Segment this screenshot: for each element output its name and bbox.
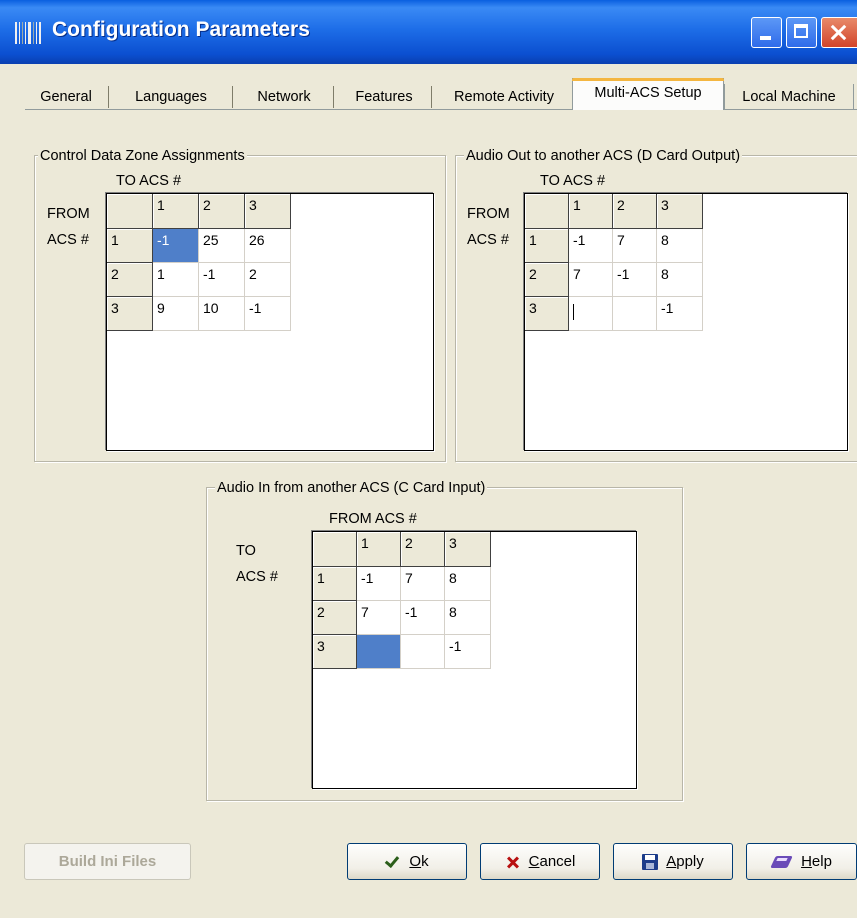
grid-cell[interactable]: 10 xyxy=(199,297,245,331)
audio-out-row-label-1: FROM xyxy=(467,206,510,222)
row-header[interactable]: 3 xyxy=(107,297,153,331)
grid-cell[interactable] xyxy=(401,635,445,669)
col-header[interactable]: 1 xyxy=(569,194,613,229)
ok-button[interactable]: Ok xyxy=(347,843,467,880)
cancel-label: Cancel xyxy=(528,853,576,870)
grid-cell[interactable]: 8 xyxy=(445,567,491,601)
grid-cell[interactable]: -1 xyxy=(245,297,291,331)
grid-corner-cell xyxy=(313,532,357,567)
help-book-icon xyxy=(771,853,793,871)
audio-in-grid[interactable]: 1 2 3 1 -1 7 8 2 7 -1 8 3 -1 xyxy=(312,531,637,789)
cancel-button[interactable]: Cancel xyxy=(480,843,600,880)
grid-cell[interactable]: 7 xyxy=(569,263,613,297)
tab-languages[interactable]: Languages xyxy=(114,84,228,110)
grid-cell[interactable]: 7 xyxy=(401,567,445,601)
grid-cell[interactable]: -1 xyxy=(613,263,657,297)
row-header[interactable]: 2 xyxy=(525,263,569,297)
control-data-title: Control Data Zone Assignments xyxy=(38,147,247,165)
grid-cell[interactable]: 25 xyxy=(199,229,245,263)
floppy-disk-icon xyxy=(642,853,659,870)
grid-cell[interactable]: 2 xyxy=(245,263,291,297)
audio-out-row-label-2: ACS # xyxy=(467,232,509,248)
tab-divider xyxy=(232,86,233,108)
tab-divider xyxy=(431,86,432,108)
grid-cell[interactable]: -1 xyxy=(401,601,445,635)
grid-cell[interactable]: -1 xyxy=(569,229,613,263)
close-button[interactable] xyxy=(821,17,857,48)
grid-cell[interactable]: 8 xyxy=(445,601,491,635)
tab-general[interactable]: General xyxy=(26,84,106,110)
col-header[interactable]: 1 xyxy=(357,532,401,567)
grid-cell[interactable]: 7 xyxy=(613,229,657,263)
checkmark-icon xyxy=(385,854,401,870)
grid-cell[interactable]: 8 xyxy=(657,263,703,297)
grid-cell[interactable]: -1 xyxy=(357,567,401,601)
window-title: Configuration Parameters xyxy=(52,18,310,41)
maximize-button[interactable] xyxy=(786,17,817,48)
help-label: Help xyxy=(801,853,832,870)
grid-cell[interactable]: 1 xyxy=(153,263,199,297)
col-header[interactable]: 1 xyxy=(153,194,199,229)
audio-in-title: Audio In from another ACS (C Card Input) xyxy=(215,479,488,497)
col-header[interactable]: 3 xyxy=(445,532,491,567)
grid-cell[interactable] xyxy=(613,297,657,331)
row-header[interactable]: 1 xyxy=(107,229,153,263)
title-bar[interactable]: Configuration Parameters xyxy=(0,0,857,64)
tab-network[interactable]: Network xyxy=(238,84,330,110)
row-header[interactable]: 2 xyxy=(313,601,357,635)
tab-multi-acs-setup[interactable]: Multi-ACS Setup xyxy=(572,78,724,110)
audio-in-row-label-2: ACS # xyxy=(236,569,278,585)
col-header[interactable]: 2 xyxy=(613,194,657,229)
grid-cell[interactable]: 8 xyxy=(657,229,703,263)
text-caret xyxy=(573,304,574,320)
grid-cell[interactable]: -1 xyxy=(657,297,703,331)
help-button[interactable]: Help xyxy=(746,843,857,880)
red-x-icon xyxy=(505,854,521,870)
configuration-dialog: Configuration Parameters General Languag… xyxy=(0,0,857,918)
grid-cell-selected[interactable]: -1 xyxy=(153,229,199,263)
audio-in-row-label-1: TO xyxy=(236,543,256,559)
tab-divider xyxy=(333,86,334,108)
grid-cell[interactable]: -1 xyxy=(445,635,491,669)
grid-cell-selected[interactable] xyxy=(357,635,401,669)
row-header[interactable]: 1 xyxy=(525,229,569,263)
audio-out-title: Audio Out to another ACS (D Card Output) xyxy=(464,147,743,165)
tab-local-machine[interactable]: Local Machine xyxy=(724,84,854,110)
grid-cell-editing[interactable] xyxy=(569,297,613,331)
col-header[interactable]: 2 xyxy=(401,532,445,567)
row-header[interactable]: 3 xyxy=(313,635,357,669)
build-ini-files-button[interactable]: Build Ini Files xyxy=(24,843,191,880)
col-header[interactable]: 3 xyxy=(657,194,703,229)
audio-out-grid[interactable]: 1 2 3 1 -1 7 8 2 7 -1 8 3 -1 xyxy=(524,193,848,451)
row-header[interactable]: 1 xyxy=(313,567,357,601)
row-header[interactable]: 3 xyxy=(525,297,569,331)
apply-button[interactable]: Apply xyxy=(613,843,733,880)
grid-cell[interactable]: 9 xyxy=(153,297,199,331)
minimize-button[interactable] xyxy=(751,17,782,48)
grid-cell[interactable]: 26 xyxy=(245,229,291,263)
grid-corner-cell xyxy=(525,194,569,229)
tab-remote-activity[interactable]: Remote Activity xyxy=(436,84,572,110)
grid-corner-cell xyxy=(107,194,153,229)
apply-label: Apply xyxy=(666,853,704,870)
row-header[interactable]: 2 xyxy=(107,263,153,297)
control-data-row-label-2: ACS # xyxy=(47,232,89,248)
control-data-row-label-1: FROM xyxy=(47,206,90,222)
control-data-grid[interactable]: 1 2 3 1 -1 25 26 2 1 -1 2 3 9 10 -1 xyxy=(106,193,434,451)
grid-cell[interactable]: 7 xyxy=(357,601,401,635)
col-header[interactable]: 2 xyxy=(199,194,245,229)
build-ini-files-label: Build Ini Files xyxy=(58,853,157,870)
tab-features[interactable]: Features xyxy=(338,84,430,110)
ok-label: Ok xyxy=(409,853,429,870)
col-header[interactable]: 3 xyxy=(245,194,291,229)
grid-cell[interactable]: -1 xyxy=(199,263,245,297)
audio-out-col-label: TO ACS # xyxy=(540,173,606,189)
barcode-app-icon xyxy=(15,22,42,44)
control-data-col-label: TO ACS # xyxy=(116,173,182,189)
audio-in-col-label: FROM ACS # xyxy=(329,511,417,527)
tab-divider xyxy=(108,86,109,108)
